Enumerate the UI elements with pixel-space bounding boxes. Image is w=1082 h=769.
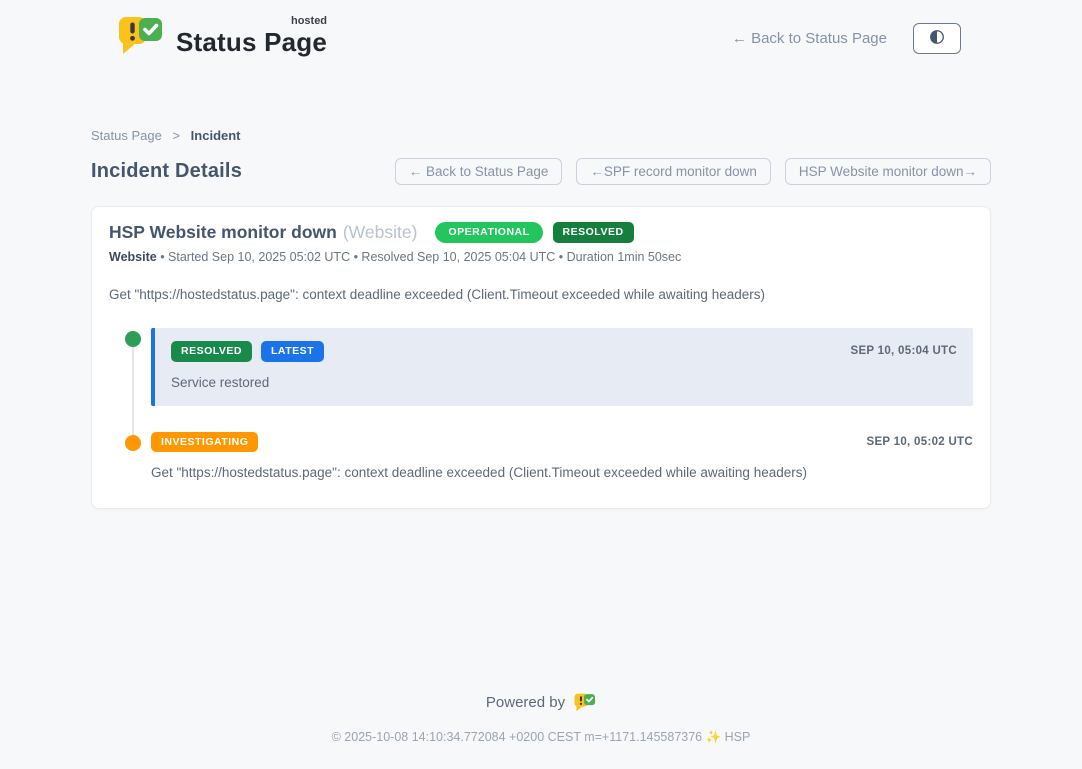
powered-by-label: Powered by xyxy=(486,694,565,711)
brand-hosted-superscript: hosted xyxy=(291,15,327,27)
incident-component: (Website) xyxy=(343,222,418,243)
incident-meta-component: Website xyxy=(109,250,157,264)
prev-incident-button[interactable]: ←SPF record monitor down xyxy=(576,158,771,185)
timeline-entry-latest: RESOLVED LATEST SEP 10, 05:04 UTC Servic… xyxy=(151,328,973,406)
investigating-badge: INVESTIGATING xyxy=(151,432,258,453)
incident-description: Get "https://hostedstatus.page": context… xyxy=(109,287,973,302)
status-page-logo-icon xyxy=(118,14,164,62)
brand-wordmark: Status Page hosted xyxy=(176,19,327,58)
timeline-dot-green xyxy=(125,331,141,347)
incident-timeline: RESOLVED LATEST SEP 10, 05:04 UTC Servic… xyxy=(109,328,973,480)
timeline-timestamp: SEP 10, 05:04 UTC xyxy=(850,345,957,357)
timeline-entry-badges: RESOLVED LATEST xyxy=(171,341,324,362)
footer: Powered by © 2025-10-08 14:10:34.772084 … xyxy=(0,692,1082,769)
resolved-status-badge: RESOLVED xyxy=(553,222,634,243)
timeline-message: Get "https://hostedstatus.page": context… xyxy=(151,465,973,480)
timeline-entry-head: INVESTIGATING SEP 10, 05:02 UTC xyxy=(151,432,973,453)
brand-logo[interactable]: Status Page hosted xyxy=(118,14,327,62)
operational-status-badge: OPERATIONAL xyxy=(435,222,542,243)
timeline-dot-orange xyxy=(125,435,141,451)
brand-name: Status Page xyxy=(176,27,327,57)
next-incident-button[interactable]: HSP Website monitor down→ xyxy=(785,158,991,185)
incident-card: HSP Website monitor down (Website) OPERA… xyxy=(91,206,991,509)
breadcrumb-status-page[interactable]: Status Page xyxy=(91,128,162,143)
header-actions: ← Back to Status Page xyxy=(732,23,961,54)
title-row: Incident Details ← Back to Status Page ←… xyxy=(91,158,991,185)
resolved-badge: RESOLVED xyxy=(171,341,252,362)
breadcrumb-separator: > xyxy=(172,128,180,143)
site-header: Status Page hosted ← Back to Status Page xyxy=(0,0,1082,62)
timeline-item-investigating: INVESTIGATING SEP 10, 05:02 UTC Get "htt… xyxy=(109,432,973,481)
timeline-entry-head: RESOLVED LATEST SEP 10, 05:04 UTC xyxy=(171,341,957,362)
incident-title-row: HSP Website monitor down (Website) OPERA… xyxy=(109,222,973,243)
incident-nav-buttons: ← Back to Status Page ←SPF record monito… xyxy=(395,158,991,185)
powered-by-row: Powered by xyxy=(0,692,1082,713)
timeline-message: Service restored xyxy=(171,375,957,390)
incident-meta-details: • Started Sep 10, 2025 05:02 UTC • Resol… xyxy=(160,250,681,264)
page-title: Incident Details xyxy=(91,160,242,183)
breadcrumb-incident: Incident xyxy=(191,128,241,143)
incident-title: HSP Website monitor down xyxy=(109,222,337,243)
latest-badge: LATEST xyxy=(261,341,324,362)
half-circle-icon xyxy=(927,27,947,50)
breadcrumb: Status Page > Incident xyxy=(91,128,991,143)
status-page-mini-logo-icon[interactable] xyxy=(574,692,596,713)
copyright-text: © 2025-10-08 14:10:34.772084 +0200 CEST … xyxy=(0,730,1082,769)
incident-meta: Website • Started Sep 10, 2025 05:02 UTC… xyxy=(109,250,973,264)
timeline-entry-investigating: INVESTIGATING SEP 10, 05:02 UTC Get "htt… xyxy=(151,432,973,481)
timeline-item-resolved: RESOLVED LATEST SEP 10, 05:04 UTC Servic… xyxy=(109,328,973,406)
timeline-timestamp: SEP 10, 05:02 UTC xyxy=(866,436,973,448)
back-to-status-page-link[interactable]: ← Back to Status Page xyxy=(732,30,887,47)
back-to-status-page-button[interactable]: ← Back to Status Page xyxy=(395,158,563,185)
timeline-entry-badges: INVESTIGATING xyxy=(151,432,258,453)
theme-toggle-button[interactable] xyxy=(913,23,961,54)
main-content: Status Page > Incident Incident Details … xyxy=(91,62,991,509)
